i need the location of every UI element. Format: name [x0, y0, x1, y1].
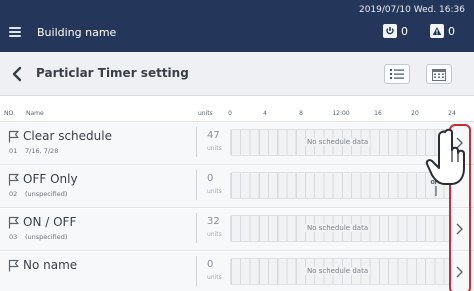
datetime: 2019/07/10 Wed. 16:36 [358, 5, 465, 15]
back-icon[interactable] [10, 66, 24, 82]
units-value: 0 [207, 173, 214, 184]
building-name: Building name [37, 26, 117, 39]
tick-label: 4 [263, 110, 267, 117]
tick-label: 24 [448, 110, 456, 117]
tick-label: 20 [411, 110, 419, 117]
page-title: Particlar Timer setting [36, 66, 189, 80]
chevron-right-icon[interactable] [455, 222, 464, 236]
title-bar: Particlar Timer setting [0, 52, 474, 96]
schedule-timeline: No schedule data [230, 258, 452, 285]
flag-icon [8, 173, 19, 186]
flag-icon [8, 259, 19, 272]
timer-number: 02 [9, 190, 18, 198]
units-count: 47 units [196, 127, 226, 157]
list-view-button[interactable] [384, 64, 410, 84]
units-label: units [207, 188, 222, 195]
chevron-right-icon[interactable] [455, 265, 464, 279]
power-status[interactable]: 0 [383, 24, 408, 38]
timer-row[interactable]: ON / OFF 03 (unspecified) 32 units No sc… [0, 209, 474, 251]
no-schedule-text: No schedule data [305, 267, 371, 275]
timer-dates: 7/16, 7/28 [25, 147, 59, 155]
units-label: units [207, 145, 222, 152]
units-label: units [207, 274, 222, 281]
timer-dates: (unspecified) [25, 190, 68, 198]
units-count: 0 units [196, 256, 226, 286]
list-view-icon [390, 69, 404, 79]
alert-count: 0 [448, 24, 455, 38]
alert-icon [430, 24, 444, 38]
timer-name: OFF Only [23, 172, 78, 186]
units-value: 32 [207, 216, 220, 227]
schedule-timeline: No schedule data [230, 215, 452, 242]
power-icon [383, 24, 397, 38]
tick-label: 12:00 [332, 110, 350, 117]
timer-row[interactable]: Clear schedule 01 7/16, 7/28 47 units No… [0, 123, 474, 165]
timer-row[interactable]: No name 0 units No schedule data [0, 252, 474, 291]
timer-number: 01 [9, 147, 18, 155]
units-value: 0 [207, 259, 214, 270]
power-count: 0 [401, 24, 408, 38]
timer-number: 03 [9, 233, 18, 241]
tick-label: 16 [374, 110, 382, 117]
no-schedule-text: No schedule data [305, 138, 371, 146]
column-no: NO. [4, 110, 15, 117]
calendar-view-icon [432, 68, 446, 81]
no-schedule-text: No schedule data [305, 224, 371, 232]
column-units: units [198, 110, 213, 117]
schedule-timeline: No schedule data [230, 129, 452, 156]
flag-icon [8, 216, 19, 229]
timer-row[interactable]: OFF Only 02 (unspecified) 0 units OFF [0, 166, 474, 208]
app-header: Building name 2019/07/10 Wed. 16:36 0 0 [0, 0, 474, 52]
tick-label: 0 [228, 110, 232, 117]
units-label: units [207, 231, 222, 238]
flag-icon [8, 130, 19, 143]
calendar-view-button[interactable] [426, 64, 452, 84]
timer-dates: (unspecified) [25, 233, 68, 241]
units-value: 47 [207, 130, 220, 141]
tick-label: 8 [299, 110, 303, 117]
units-count: 32 units [196, 213, 226, 243]
column-header: NO. Name units 0 4 8 12:00 16 20 24 [0, 96, 474, 122]
timer-name: No name [23, 258, 78, 272]
units-count: 0 units [196, 170, 226, 200]
menu-icon[interactable] [9, 27, 21, 37]
timer-name: ON / OFF [23, 215, 77, 229]
schedule-timeline: OFF [230, 170, 452, 199]
pointing-hand-icon [425, 128, 465, 185]
alert-status[interactable]: 0 [430, 24, 455, 38]
timer-name: Clear schedule [23, 129, 112, 143]
column-name: Name [26, 110, 44, 117]
